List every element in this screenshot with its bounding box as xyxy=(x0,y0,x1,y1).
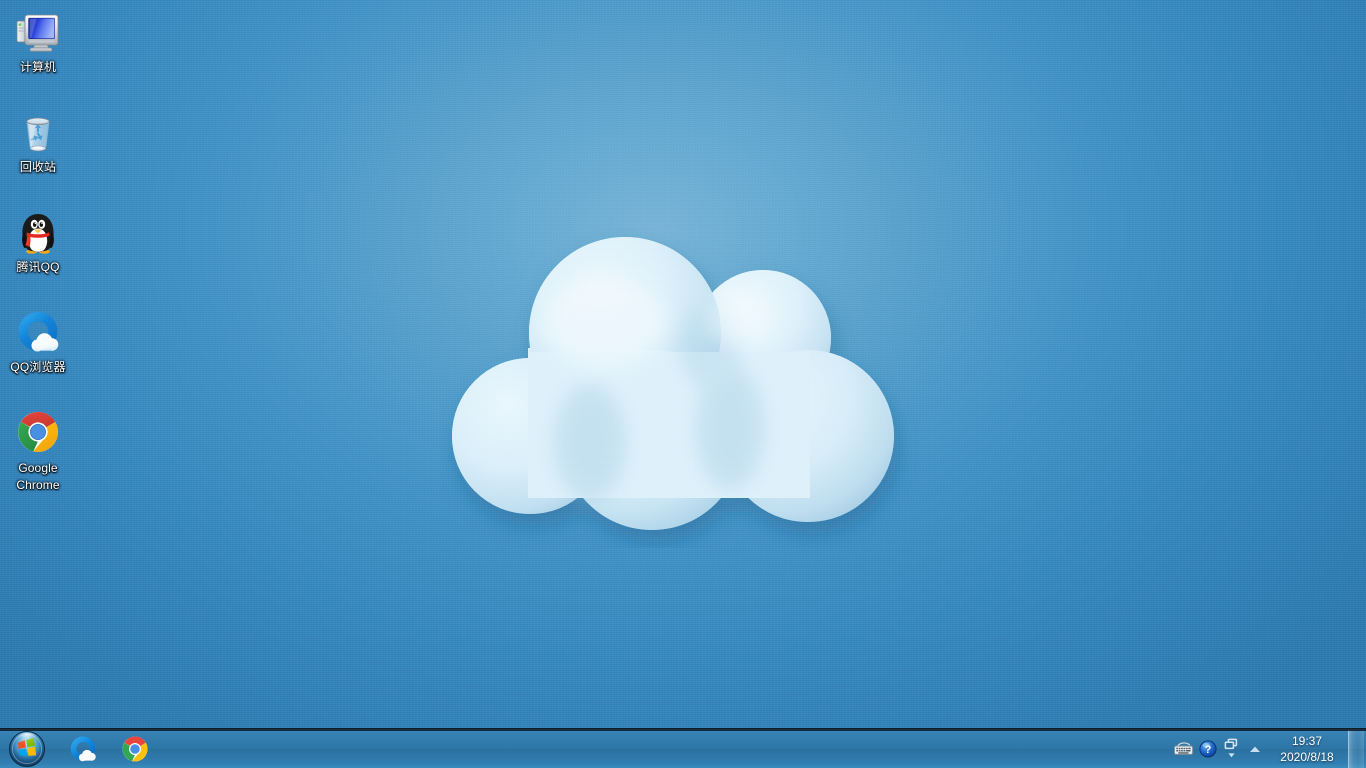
help-question-icon: ? xyxy=(1199,739,1217,758)
desktop-icon-computer[interactable]: 计算机 xyxy=(0,4,76,102)
chrome-icon xyxy=(122,736,148,761)
tray-show-hidden-icons-button[interactable] xyxy=(1244,732,1266,766)
system-tray: ? 19:37 2020/8/18 xyxy=(1172,728,1366,768)
start-button[interactable] xyxy=(1,730,53,768)
svg-text:?: ? xyxy=(1205,743,1212,755)
desktop-icon-label: 腾讯QQ xyxy=(16,260,60,274)
cloud-wallpaper-image xyxy=(440,228,920,548)
desktop-icon-tencent-qq[interactable]: 腾讯QQ xyxy=(0,204,76,302)
desktop-icon-label: 回收站 xyxy=(19,160,57,174)
qq-penguin-icon xyxy=(14,208,62,256)
desktop-icon-google-chrome[interactable]: Google Chrome xyxy=(0,404,76,502)
recycle-bin-icon xyxy=(14,108,62,156)
desktop-icon-qq-browser[interactable]: QQ浏览器 xyxy=(0,304,76,402)
chrome-icon xyxy=(14,408,62,456)
taskbar-button-chrome[interactable] xyxy=(115,732,155,766)
show-desktop-button[interactable] xyxy=(1348,728,1364,768)
desktop-icon-recycle-bin[interactable]: 回收站 xyxy=(0,104,76,202)
chevron-up-icon xyxy=(1250,746,1260,752)
desktop-icon-label: 计算机 xyxy=(19,60,57,74)
tray-icon-ime[interactable] xyxy=(1172,732,1196,766)
clock-date: 2020/8/18 xyxy=(1280,749,1334,764)
desktop-icon-grid: 计算机 回收站 腾讯QQ QQ浏览器 Google Chrome xyxy=(0,4,78,504)
desktop-icon-label: Google Chrome xyxy=(16,461,60,492)
taskbar-app-buttons xyxy=(63,730,155,768)
qq-browser-icon xyxy=(14,308,62,356)
taskbar[interactable]: ? 19:37 2020/8/18 xyxy=(0,728,1366,768)
cascade-windows-icon xyxy=(1224,738,1238,757)
qq-browser-icon xyxy=(70,735,96,761)
clock-time: 19:37 xyxy=(1291,733,1323,748)
desktop-icon-label: QQ浏览器 xyxy=(10,360,66,374)
taskbar-clock[interactable]: 19:37 2020/8/18 xyxy=(1270,730,1344,768)
taskbar-button-qq-browser[interactable] xyxy=(63,732,103,766)
computer-icon xyxy=(14,8,62,56)
tray-icon-help[interactable]: ? xyxy=(1196,732,1220,766)
tray-icon-windows[interactable] xyxy=(1220,732,1244,766)
desktop[interactable]: 计算机 回收站 腾讯QQ QQ浏览器 Google Chrome ? 19:37… xyxy=(0,0,1366,768)
keyboard-ime-icon xyxy=(1174,741,1194,755)
windows-start-orb-icon xyxy=(8,730,46,767)
taskbar-empty-area[interactable] xyxy=(155,730,1172,768)
